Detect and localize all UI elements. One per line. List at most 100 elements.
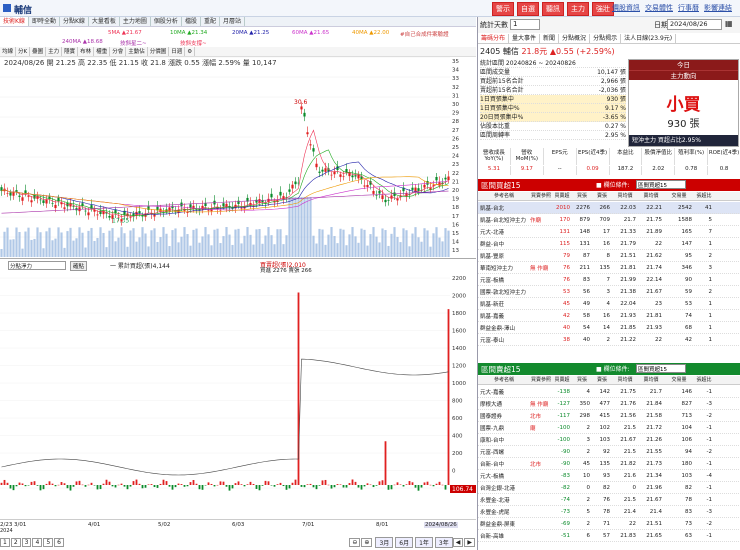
tool-weight[interactable]: 權重 [94,47,111,56]
table-row[interactable]: 凱基-豐原 79 87 8 21.51 21.62 95 2 [478,250,740,262]
flow-bar [432,485,435,487]
table-row[interactable]: 元大-嘉義 -138 4 142 21.75 21.7 146 -1 [478,386,740,398]
table-cell: 90 [685,276,692,283]
tab-kline[interactable]: 技術K線 [0,17,29,26]
tab-branch-overview[interactable]: 分點概況 [559,34,591,43]
table-row[interactable]: 國票-敦北短沖主力 53 56 3 21.38 21.67 59 2 [478,286,740,298]
link-trade[interactable]: 交易體性 [645,3,673,13]
table-cell: -4 [706,472,712,479]
table-cell: 21.85 [620,324,636,331]
tab-branch-kline[interactable]: 分點K線 [60,17,89,26]
tab-chip-dist[interactable]: 籌碼分布 [478,34,510,43]
date-input[interactable]: 2024/08/26 [667,19,722,30]
favorite-button[interactable]: 自選 [517,2,539,16]
tool-active[interactable]: 主動佔 [126,47,148,56]
tool-ma[interactable]: 均線 [0,47,17,56]
tool-minute[interactable]: 分K [16,47,31,56]
tab-branch-disclose[interactable]: 分點揭示 [590,34,622,43]
table-row[interactable]: 永豐金-北港 -74 2 76 21.5 21.67 78 -1 [478,494,740,506]
scroll-left-icon[interactable]: ◀ [452,537,464,547]
price-info: 2024/08/26 開 21.25 高 22.35 低 21.15 收 21.… [4,59,277,67]
table-cell: 17 [603,228,610,235]
link-stock-info[interactable]: 價股資訊 [612,3,640,13]
price-tick: 21 [452,179,459,185]
price-chart[interactable]: 30.6 17.35 [0,57,450,257]
table-row[interactable]: 國泰證券 北市 -117 298 415 21.56 21.58 713 -2 [478,410,740,422]
table-row[interactable]: 國票-九鼎 廟 -100 2 102 21.5 21.72 104 -1 [478,422,740,434]
table-row[interactable]: 群益金鼎-屏東 -69 2 71 22 21.51 73 -2 [478,518,740,530]
sell-field-select[interactable]: 區間買超15 [636,364,686,373]
alert-button[interactable]: 警示 [492,2,514,16]
range-3y[interactable]: 3年 [434,536,453,548]
broker-name: 摩根大通 [480,401,503,408]
tool-overlay[interactable]: 疊圖 [30,47,47,56]
tab-stock-analysis[interactable]: 個股分析 [151,17,182,26]
page-4[interactable]: 4 [32,537,43,547]
tab-realtime[interactable]: 即時全動 [29,17,60,26]
table-row[interactable]: 元富-泰山 38 40 2 21.22 22 42 1 [478,334,740,346]
indicator-select[interactable]: 分點淨力 [8,261,66,270]
settings-icon[interactable]: ⚙ [185,47,196,56]
zoom-in-icon[interactable]: ⊕ [361,537,373,547]
table-row[interactable]: 凱基-台北短沖主力 作廟 170 879 709 21.7 21.75 1588 5 [478,214,740,226]
tool-bollinger[interactable]: 布林 [78,47,95,56]
flow-bar [174,485,177,488]
page-6[interactable]: 6 [54,537,64,547]
table-row[interactable]: 康和-台中 -100 3 103 21.67 21.26 106 -1 [478,434,740,446]
range-1y[interactable]: 1年 [415,536,433,548]
flow-bar [306,484,309,485]
main-force-button[interactable]: 主力 [567,2,589,16]
tab-monthly[interactable]: 月層站 [220,17,245,26]
range-6m[interactable]: 6月 [395,536,414,548]
table-cell: 22 [655,336,662,343]
page-1[interactable]: 1 [0,537,10,547]
tool-force[interactable]: 主力 [46,47,63,56]
table-row[interactable]: 華南短沖主力 無 作廟 76 211 135 21.81 21.74 346 3 [478,262,740,274]
confirm-button[interactable]: 確點 [70,261,88,271]
tool-period[interactable]: 日週 [169,47,186,56]
tab-config[interactable]: 重配 [201,17,220,26]
ma10-label: 10MA ▲21.34 [170,30,208,36]
tool-price-dist[interactable]: 分價圖 [148,47,170,56]
table-row[interactable]: 台新-高雄 -51 6 57 21.83 21.65 63 -1 [478,530,740,542]
tab-volume-event[interactable]: 量大事件 [509,34,541,43]
calendar-icon[interactable]: ▦ [725,19,733,28]
table-row[interactable]: 元大-板橋 -83 10 93 21.6 21.34 103 -4 [478,470,740,482]
ma40-label: 40MA ▲22.00 [352,30,390,36]
zoom-out-icon[interactable]: ⊖ [349,537,361,547]
table-row[interactable]: 元大-北港 131 148 17 21.33 21.89 165 7 [478,226,740,238]
table-row[interactable]: 凱基-台北 2010 2276 266 22.03 22.21 2542 41 [478,202,740,214]
tool-hidden[interactable]: 隱實 [62,47,79,56]
table-row[interactable]: 摩根大通 無 作廟 -127 350 477 21.76 21.84 827 -3 [478,398,740,410]
page-2[interactable]: 2 [10,537,21,547]
link-related[interactable]: 影響連結 [704,3,732,13]
scroll-right-icon[interactable]: ▶ [464,537,475,547]
news-button[interactable]: 聽訊 [542,2,564,16]
link-calendar[interactable]: 行事曆 [678,3,699,13]
page-3[interactable]: 3 [21,537,32,547]
table-row[interactable]: 元富-西螺 -90 2 92 21.5 21.55 94 -2 [478,446,740,458]
table-row[interactable]: 台灣企銀-北港 -82 0 82 0 21.96 82 -1 [478,482,740,494]
flow-bar [99,485,102,490]
page-5[interactable]: 5 [43,537,54,547]
broker-flow-chart[interactable] [0,271,450,519]
table-row[interactable]: 凱基-嘉義 42 58 16 21.93 21.81 74 1 [478,310,740,322]
table-row[interactable]: 群益-台中 115 131 16 21.79 22 147 1 [478,238,740,250]
strong-button[interactable]: 強壯 [592,2,614,16]
tab-stock[interactable]: 檔股 [182,17,201,26]
table-row[interactable]: 元富-板橋 76 83 7 21.99 22.14 90 1 [478,274,740,286]
table-row[interactable]: 群益金鼎-澤山 40 54 14 21.85 21.93 68 1 [478,322,740,334]
volume-bar [120,227,123,257]
table-row[interactable]: 台新-台中 北市 -90 45 135 21.82 21.73 180 -1 [478,458,740,470]
buy-field-select[interactable]: 區間買超15 [636,180,686,189]
days-select[interactable]: 1 [510,19,540,30]
tab-volume-board[interactable]: 大量看板 [89,17,120,26]
table-row[interactable]: 凱基-新莊 45 49 4 22.04 23 53 1 [478,298,740,310]
range-3m[interactable]: 3月 [375,536,394,548]
table-row[interactable]: 永豐金-虎尾 -73 5 78 21.4 21.4 83 -3 [478,506,740,518]
tool-split[interactable]: 分會 [110,47,127,56]
tab-institution[interactable]: 法人日線(23.9元) [621,34,677,43]
tab-force-map[interactable]: 主力地圖 [120,17,151,26]
tab-news[interactable]: 新聞 [540,34,560,43]
verify-label[interactable]: #自己合成件案驗證 [400,30,449,38]
